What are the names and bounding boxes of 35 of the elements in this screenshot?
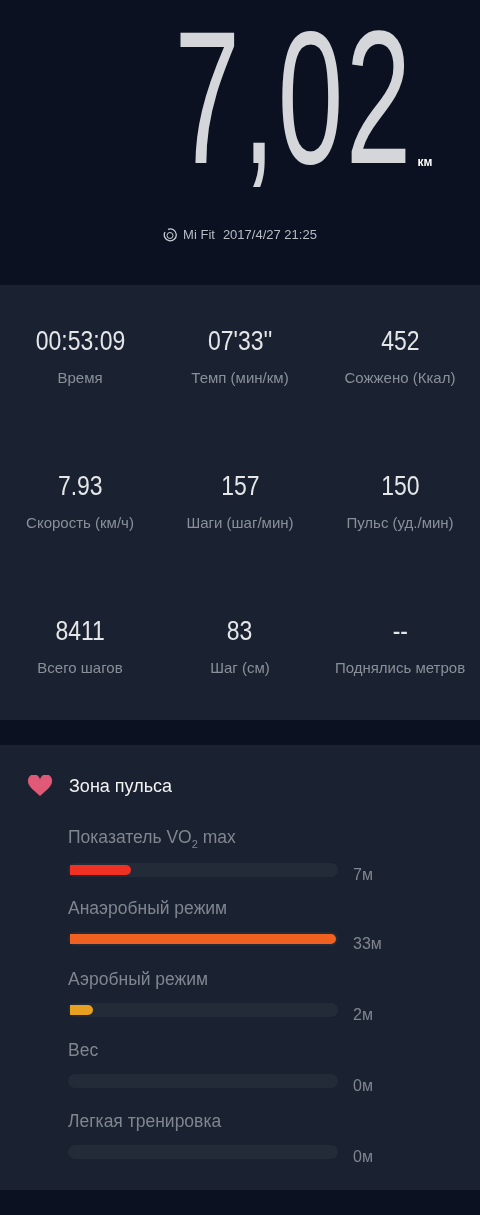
stat-value: 83 bbox=[227, 615, 253, 647]
stat-value: 150 bbox=[380, 470, 420, 502]
zone-duration: 33м bbox=[353, 935, 382, 953]
workout-datetime: 2017/4/27 21:25 bbox=[222, 227, 317, 242]
stat-value: 00:53:09 bbox=[35, 325, 125, 357]
stat-label: Время bbox=[57, 369, 103, 386]
stat-value: 157 bbox=[220, 470, 260, 502]
stat-value: 07'33'' bbox=[207, 325, 273, 357]
distance-unit: км bbox=[417, 155, 433, 169]
stat-value: 452 bbox=[380, 325, 420, 357]
stat-label: Всего шагов bbox=[37, 659, 123, 676]
stat-label: Сожжено (Ккал) bbox=[344, 369, 456, 386]
heart-icon bbox=[27, 775, 53, 797]
stat-value: 8411 bbox=[55, 615, 105, 647]
zone-duration: 0м bbox=[353, 1077, 373, 1095]
stat-value: 7.93 bbox=[57, 470, 103, 502]
zone-duration: 2м bbox=[353, 1006, 373, 1024]
zone-label: Легкая тренировка bbox=[68, 1111, 223, 1132]
zone-label: Вес bbox=[68, 1040, 100, 1061]
zone-label: Анаэробный режим bbox=[68, 898, 229, 919]
stat-label: Шаги (шаг/мин) bbox=[186, 514, 294, 531]
stat-label: Пульс (уд./мин) bbox=[346, 514, 454, 531]
stat-label: Шаг (см) bbox=[210, 659, 270, 676]
stat-label: Поднялись метров bbox=[334, 659, 466, 676]
zone-duration: 0м bbox=[353, 1148, 373, 1166]
source-app: Mi Fit bbox=[183, 227, 215, 242]
stat-value: -- bbox=[392, 615, 408, 647]
zone-duration: 7м bbox=[353, 865, 373, 884]
stat-label: Темп (мин/км) bbox=[191, 369, 289, 386]
distance-value: 7,02 bbox=[174, 0, 414, 205]
zone-label: Аэробный режим bbox=[68, 969, 210, 990]
section-title: Зона пульса bbox=[69, 775, 173, 797]
zone-label: Показатель VO$_{2}$ max bbox=[68, 827, 237, 850]
mi-fit-icon bbox=[163, 227, 178, 242]
stat-label: Скорость (км/ч) bbox=[26, 514, 134, 531]
